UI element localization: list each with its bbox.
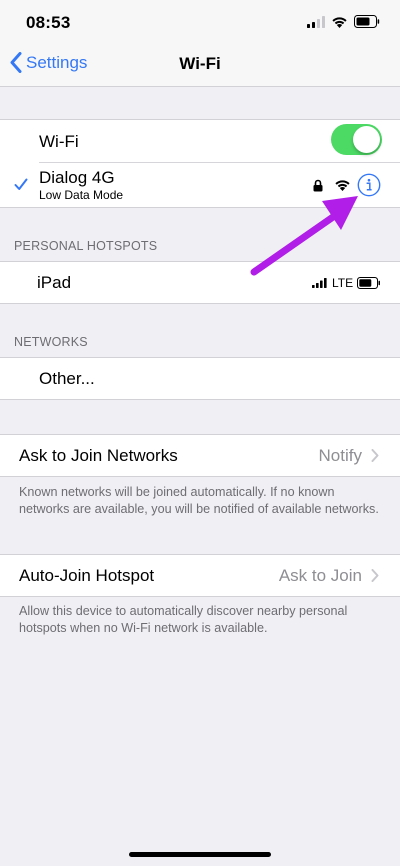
cellular-signal-icon — [307, 15, 325, 28]
auto-join-row[interactable]: Auto-Join Hotspot Ask to Join — [0, 555, 400, 596]
page-title: Wi-Fi — [179, 54, 221, 73]
toggle-knob — [353, 126, 380, 153]
cellular-signal-icon — [312, 278, 327, 288]
network-type-label: LTE — [332, 276, 354, 290]
navigation-bar-divider — [0, 86, 400, 87]
connected-network-name: Dialog 4G — [39, 168, 115, 187]
other-network-row[interactable]: Other... — [0, 358, 400, 399]
connected-network-subtitle: Low Data Mode — [39, 188, 124, 202]
auto-join-footer: Allow this device to automatically disco… — [19, 604, 348, 635]
home-indicator[interactable] — [129, 852, 271, 857]
auto-join-group: Auto-Join Hotspot Ask to Join — [0, 554, 400, 597]
auto-join-value: Ask to Join — [278, 566, 362, 585]
ask-to-join-footer: Known networks will be joined automatica… — [19, 485, 379, 516]
ask-to-join-group: Ask to Join Networks Notify — [0, 434, 400, 477]
ask-to-join-row[interactable]: Ask to Join Networks Notify — [0, 435, 400, 476]
networks-header: NETWORKS — [14, 335, 88, 349]
auto-join-label: Auto-Join Hotspot — [19, 566, 155, 585]
ask-to-join-value: Notify — [318, 446, 362, 465]
chevron-right-icon — [371, 449, 379, 462]
wifi-status-icon — [332, 16, 347, 28]
checkmark-icon — [14, 178, 28, 190]
status-icons — [307, 15, 380, 28]
ask-to-join-label: Ask to Join Networks — [19, 446, 178, 465]
chevron-right-icon — [371, 569, 379, 582]
wifi-label: Wi-Fi — [39, 132, 79, 151]
wifi-toggle[interactable] — [331, 124, 382, 155]
annotation-arrow-icon — [250, 196, 358, 276]
battery-icon — [354, 15, 380, 28]
networks-group: Other... — [0, 357, 400, 400]
hotspot-name: iPad — [37, 273, 72, 292]
personal-hotspots-header: PERSONAL HOTSPOTS — [14, 239, 158, 253]
other-network-label: Other... — [39, 369, 95, 388]
status-time: 08:53 — [26, 13, 71, 32]
battery-icon — [357, 277, 380, 289]
